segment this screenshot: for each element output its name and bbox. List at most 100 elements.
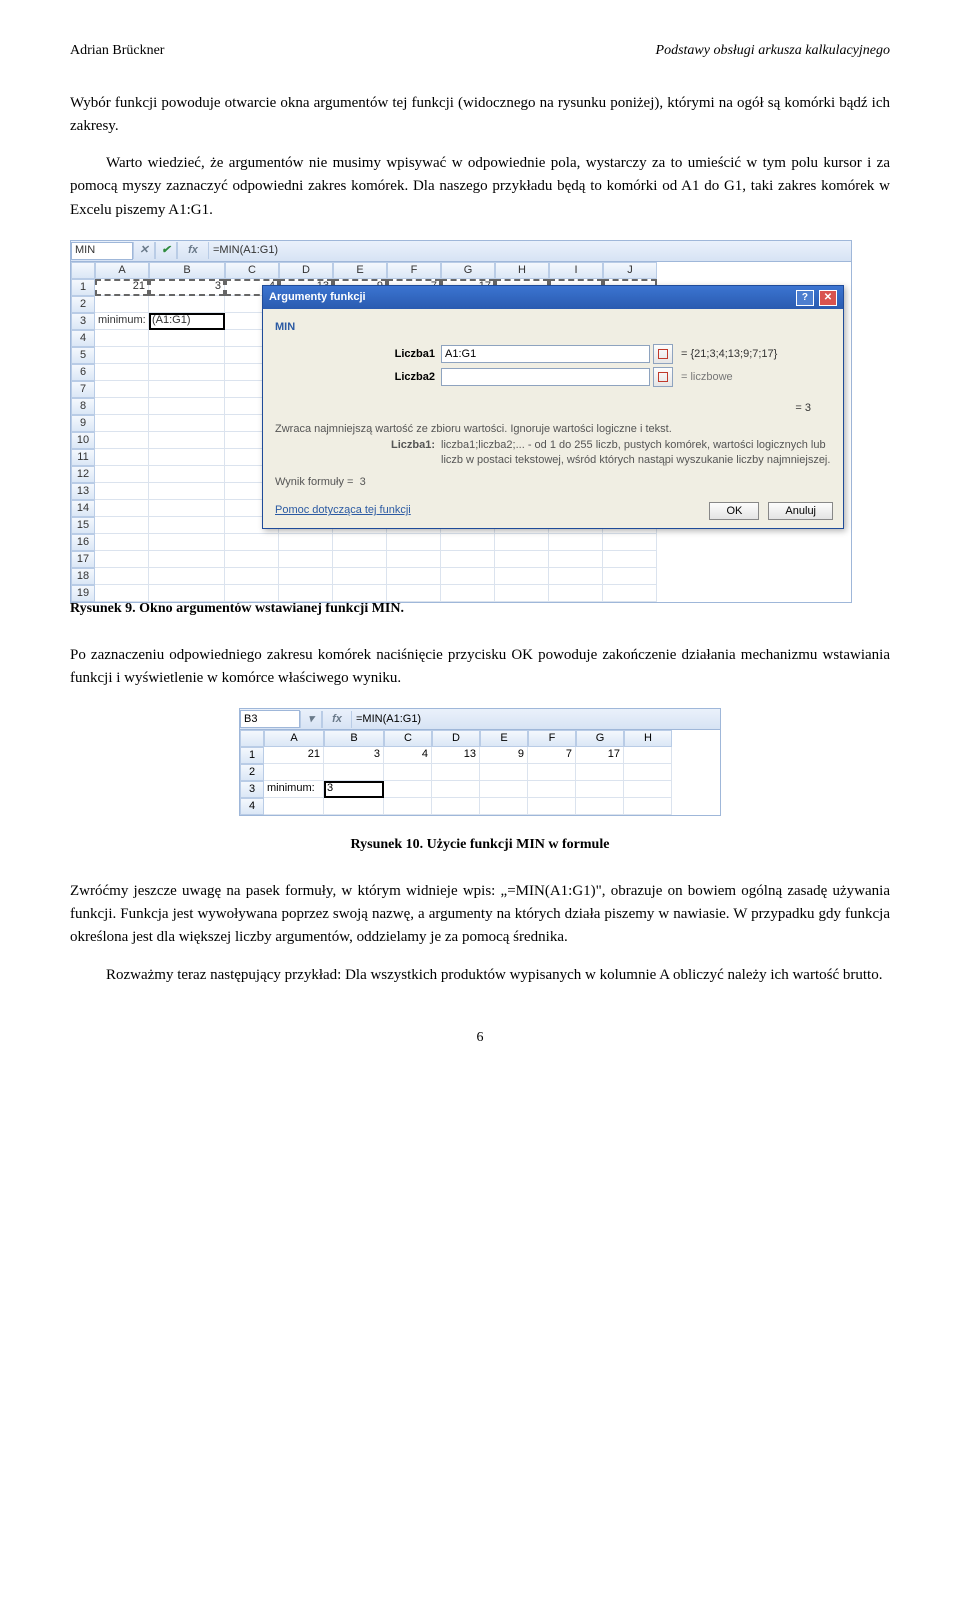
grid-cell[interactable] [149, 534, 225, 551]
formula-bar[interactable]: =MIN(A1:G1) [209, 242, 851, 259]
col-header[interactable]: F [528, 730, 576, 747]
grid-cell[interactable] [441, 534, 495, 551]
col-header[interactable]: B [149, 262, 225, 279]
grid-cell[interactable] [441, 568, 495, 585]
fx-icon[interactable]: fx [322, 711, 352, 728]
grid-cell[interactable] [384, 781, 432, 798]
grid-cell[interactable]: 21 [95, 279, 149, 296]
grid-cell[interactable] [149, 466, 225, 483]
row-header[interactable]: 19 [71, 585, 95, 602]
grid-cell[interactable] [149, 500, 225, 517]
dialog-close-button[interactable]: ✕ [819, 290, 837, 306]
grid-cell[interactable] [225, 551, 279, 568]
grid-cell[interactable] [279, 534, 333, 551]
grid-cell[interactable] [387, 551, 441, 568]
grid-cell[interactable] [549, 568, 603, 585]
col-header[interactable]: H [624, 730, 672, 747]
grid-cell[interactable] [95, 381, 149, 398]
grid-cell[interactable] [528, 764, 576, 781]
grid-cell[interactable]: 13 [432, 747, 480, 764]
grid-cell[interactable]: 3 [324, 781, 384, 798]
grid-cell[interactable] [495, 568, 549, 585]
cancel-icon[interactable]: ✕ [133, 242, 155, 259]
grid-cell[interactable] [95, 415, 149, 432]
row-header[interactable]: 12 [71, 466, 95, 483]
ok-button[interactable]: OK [709, 502, 759, 520]
grid-cell[interactable] [549, 585, 603, 602]
arg2-input[interactable] [441, 368, 650, 386]
cancel-button[interactable]: Anuluj [768, 502, 833, 520]
grid-cell[interactable] [95, 449, 149, 466]
grid-cell[interactable] [603, 585, 657, 602]
row-header[interactable]: 2 [240, 764, 264, 781]
grid-cell[interactable] [441, 551, 495, 568]
row-header[interactable]: 6 [71, 364, 95, 381]
col-header[interactable]: H [495, 262, 549, 279]
row-header[interactable]: 9 [71, 415, 95, 432]
grid-cell[interactable] [480, 798, 528, 815]
col-header[interactable]: C [384, 730, 432, 747]
row-header[interactable]: 1 [71, 279, 95, 296]
grid-cell[interactable] [149, 347, 225, 364]
grid-cell[interactable] [149, 483, 225, 500]
corner-cell[interactable] [71, 262, 95, 279]
grid-cell[interactable] [495, 551, 549, 568]
grid-cell[interactable] [549, 551, 603, 568]
col-header[interactable]: D [432, 730, 480, 747]
grid-cell[interactable] [95, 432, 149, 449]
col-header[interactable]: J [603, 262, 657, 279]
grid-cell[interactable] [549, 534, 603, 551]
grid-cell[interactable] [95, 364, 149, 381]
row-header[interactable]: 13 [71, 483, 95, 500]
row-header[interactable]: 18 [71, 568, 95, 585]
dialog-help-link[interactable]: Pomoc dotycząca tej funkcji [275, 502, 411, 519]
grid-cell[interactable] [149, 381, 225, 398]
grid-cell[interactable]: 17 [576, 747, 624, 764]
grid-cell[interactable] [95, 568, 149, 585]
row-header[interactable]: 3 [240, 781, 264, 798]
arg1-refedit-button[interactable] [653, 344, 673, 364]
grid-cell[interactable]: 3 [149, 279, 225, 296]
corner-cell[interactable] [240, 730, 264, 747]
grid-cell[interactable] [95, 534, 149, 551]
formula-bar[interactable]: =MIN(A1:G1) [352, 711, 720, 728]
grid-cell[interactable] [149, 585, 225, 602]
grid-cell[interactable] [95, 483, 149, 500]
col-header[interactable]: D [279, 262, 333, 279]
confirm-icon[interactable]: ✔ [155, 242, 177, 259]
col-header[interactable]: G [441, 262, 495, 279]
grid-cell[interactable] [333, 585, 387, 602]
row-header[interactable]: 8 [71, 398, 95, 415]
row-header[interactable]: 3 [71, 313, 95, 330]
grid-cell[interactable] [576, 764, 624, 781]
grid-cell[interactable]: (A1:G1) [149, 313, 225, 330]
row-header[interactable]: 1 [240, 747, 264, 764]
col-header[interactable]: B [324, 730, 384, 747]
grid-cell[interactable] [279, 551, 333, 568]
arg2-refedit-button[interactable] [653, 367, 673, 387]
grid-cell[interactable] [149, 398, 225, 415]
grid-cell[interactable] [624, 781, 672, 798]
grid-cell[interactable]: 21 [264, 747, 324, 764]
row-header[interactable]: 16 [71, 534, 95, 551]
grid-cell[interactable] [149, 551, 225, 568]
grid-cell[interactable] [495, 585, 549, 602]
grid-cell[interactable] [603, 534, 657, 551]
grid-cell[interactable]: 4 [384, 747, 432, 764]
name-box[interactable]: MIN [71, 242, 133, 260]
grid-cell[interactable] [387, 534, 441, 551]
grid-cell[interactable] [576, 798, 624, 815]
grid-cell[interactable] [324, 764, 384, 781]
grid-cell[interactable] [95, 296, 149, 313]
fx-icon[interactable]: fx [177, 242, 209, 259]
grid-cell[interactable] [387, 568, 441, 585]
arg1-input[interactable]: A1:G1 [441, 345, 650, 363]
row-header[interactable]: 10 [71, 432, 95, 449]
grid-cell[interactable] [149, 517, 225, 534]
grid-cell[interactable] [95, 517, 149, 534]
grid-cell[interactable] [624, 764, 672, 781]
grid-cell[interactable] [95, 347, 149, 364]
col-header[interactable]: F [387, 262, 441, 279]
grid-cell[interactable]: minimum: [95, 313, 149, 330]
row-header[interactable]: 15 [71, 517, 95, 534]
